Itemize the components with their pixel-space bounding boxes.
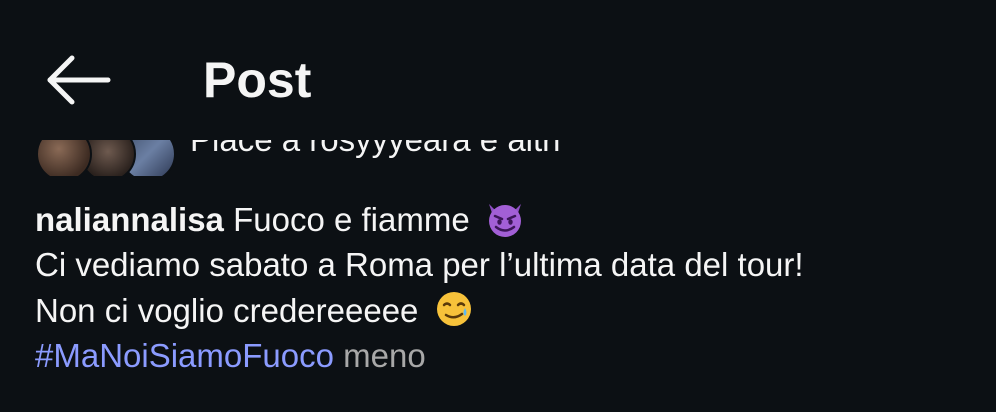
page-title: Post [203,52,312,108]
caption-text-1: Fuoco e fiamme [233,201,470,238]
caption-line-3: Non ci voglio credereeeee [35,287,975,333]
post-caption: naliannalisa Fuoco e fiamme Ci vediamo s… [35,196,975,378]
caption-text-3: Non ci voglio credereeeee [35,292,419,329]
caption-username[interactable]: naliannalisa [35,201,224,238]
avatar[interactable] [36,140,92,176]
less-button[interactable]: meno [343,337,426,374]
smiling-face-with-tear-icon [432,287,476,331]
top-bar: Post [0,0,996,140]
smiling-imp-emoji-icon [483,196,527,240]
arrow-left-icon [40,48,116,112]
hashtag-link[interactable]: #MaNoiSiamoFuoco [35,337,334,374]
caption-line-4: #MaNoiSiamoFuoco meno [35,333,975,378]
back-button[interactable] [40,48,116,112]
caption-line-1: naliannalisa Fuoco e fiamme [35,196,975,242]
likes-row[interactable]: Piace a rosyyyeara e altri [0,140,996,176]
caption-line-2: Ci vediamo sabato a Roma per l’ultima da… [35,246,804,283]
likes-text[interactable]: Piace a rosyyyeara e altri [190,140,561,160]
